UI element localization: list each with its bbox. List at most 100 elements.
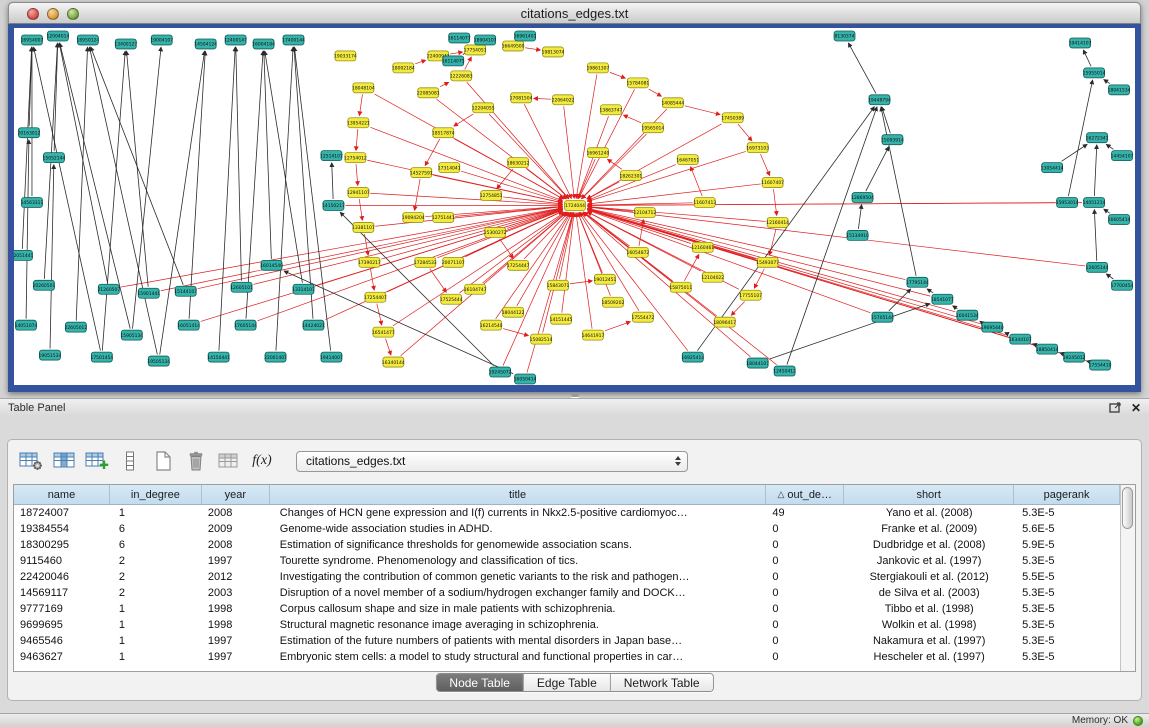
graph-node[interactable]: 14424021	[302, 320, 325, 330]
graph-node[interactable]: 16925414	[681, 352, 704, 362]
graph-node[interactable]: 1724044	[565, 201, 586, 211]
graph-node[interactable]: 19004107	[150, 35, 173, 45]
vertical-scrollbar[interactable]	[1120, 485, 1135, 671]
graph-node[interactable]: 12104022	[701, 272, 724, 282]
graph-node[interactable]: 16541477	[372, 327, 395, 337]
graph-node[interactable]: 17525444	[440, 294, 463, 304]
import-table-icon[interactable]	[216, 448, 242, 474]
table-row[interactable]: 1938455462009Genome-wide association stu…	[14, 521, 1120, 537]
tab-node-table[interactable]: Node Table	[436, 674, 523, 691]
graph-node[interactable]: 17501454	[90, 352, 113, 362]
graph-node[interactable]: 16050414	[514, 374, 537, 384]
window-close-button[interactable]	[27, 8, 39, 20]
graph-node[interactable]: 16272341	[1086, 133, 1109, 143]
graph-node[interactable]: 12754851	[480, 191, 503, 201]
graph-node[interactable]: 13400127	[114, 39, 137, 49]
graph-node[interactable]: 18048104	[352, 83, 375, 93]
graph-node[interactable]: 18041534	[1108, 85, 1131, 95]
graph-node[interactable]: 19414107	[1069, 38, 1092, 48]
graph-node[interactable]: 15093914	[881, 135, 904, 145]
table-options-icon[interactable]	[18, 448, 44, 474]
graph-node[interactable]: 17390217	[358, 257, 381, 267]
graph-node[interactable]: 8130374	[834, 31, 855, 41]
graph-node[interactable]: 14085444	[661, 98, 684, 108]
graph-node[interactable]: 16649500	[502, 41, 525, 51]
graph-node[interactable]: 15052144	[43, 153, 66, 163]
graph-node[interactable]: 12004014	[47, 31, 70, 41]
float-panel-icon[interactable]	[1109, 402, 1121, 413]
graph-node[interactable]: 12051441	[14, 250, 34, 260]
graph-node[interactable]: 18044107	[746, 358, 769, 368]
scrollbar-thumb[interactable]	[1122, 487, 1133, 529]
graph-node[interactable]: 19448794	[868, 95, 891, 105]
graph-node[interactable]: 15784081	[627, 78, 650, 88]
graph-node[interactable]: 16344107	[1009, 334, 1032, 344]
graph-node[interactable]: 18096417	[713, 317, 736, 327]
window-zoom-button[interactable]	[67, 8, 79, 20]
graph-node[interactable]: 15901441	[137, 288, 160, 298]
graph-node[interactable]: 18002184	[392, 63, 415, 73]
graph-node[interactable]: 15300272	[484, 227, 507, 237]
table-row[interactable]: 1872400712008Changes of HCN gene express…	[14, 505, 1120, 521]
graph-node[interactable]: 18509202	[602, 297, 625, 307]
graph-node[interactable]: 15875011	[669, 282, 692, 292]
graph-node[interactable]: 20260501	[33, 280, 56, 290]
table-mode-icon[interactable]	[117, 448, 143, 474]
graph-node[interactable]: 12605144	[1086, 262, 1109, 272]
graph-node[interactable]: 19051534	[39, 350, 62, 360]
graph-node[interactable]: 20071107	[442, 257, 465, 267]
window-titlebar[interactable]: citations_edges.txt	[8, 2, 1141, 24]
graph-node[interactable]: 19505134	[147, 356, 170, 366]
function-builder-icon[interactable]: f(x)	[249, 448, 275, 474]
column-header-pagerank[interactable]: pagerank	[1014, 485, 1120, 504]
column-header-name[interactable]: name	[14, 485, 110, 504]
graph-node[interactable]: 19245072	[489, 367, 512, 377]
graph-node[interactable]: 12226083	[450, 71, 473, 81]
table-row[interactable]: 1830029562008Estimation of significance …	[14, 537, 1120, 553]
graph-node[interactable]: 15955014	[1083, 68, 1106, 78]
graph-node[interactable]: 12869504	[851, 193, 874, 203]
graph-node[interactable]: 18541077	[931, 294, 954, 304]
graph-node[interactable]: 16467051	[676, 155, 699, 165]
graph-node[interactable]: 14150441	[207, 352, 230, 362]
graph-node[interactable]: 17314041	[438, 163, 461, 173]
tab-network-table[interactable]: Network Table	[610, 674, 713, 691]
table-row[interactable]: 977716911998Corpus callosum shape and si…	[14, 601, 1120, 617]
select-columns-icon[interactable]	[51, 448, 77, 474]
graph-node[interactable]: 14563311	[21, 198, 44, 208]
graph-node[interactable]: 22605012	[65, 322, 88, 332]
graph-node[interactable]: 12450412	[773, 366, 796, 376]
column-header-in_degree[interactable]: in_degree	[110, 485, 202, 504]
graph-node[interactable]: 12754012	[344, 153, 367, 163]
graph-node[interactable]: 17254407	[364, 292, 387, 302]
memory-status-indicator[interactable]	[1133, 716, 1143, 726]
graph-node[interactable]: 16961240	[587, 148, 610, 158]
table-row[interactable]: 969969511998Structural magnetic resonanc…	[14, 617, 1120, 633]
graph-node[interactable]: 11607407	[761, 178, 784, 188]
graph-node[interactable]: 14150217	[322, 201, 345, 211]
close-panel-icon[interactable]: ✕	[1131, 402, 1141, 414]
graph-node[interactable]: 19414007	[320, 352, 343, 362]
graph-node[interactable]: 18517874	[432, 128, 455, 138]
graph-node[interactable]: 18044122	[502, 307, 525, 317]
graph-node[interactable]: 22085081	[417, 88, 440, 98]
graph-node[interactable]: 19565014	[641, 123, 664, 133]
table-row[interactable]: 946554611997Estimation of the future num…	[14, 633, 1120, 649]
graph-node[interactable]: 12514107	[320, 151, 343, 161]
graph-node[interactable]: 12160461	[691, 242, 714, 252]
graph-node[interactable]: 15905134	[120, 330, 143, 340]
graph-node[interactable]: 14151445	[550, 314, 573, 324]
column-header-out_de[interactable]: △out_de…	[766, 485, 844, 504]
graph-node[interactable]: 16973103	[746, 143, 769, 153]
table-row[interactable]: 911546021997Tourette syndrome. Phenomeno…	[14, 553, 1120, 569]
graph-node[interactable]: 16051414	[177, 320, 200, 330]
graph-node[interactable]: 14051074	[15, 320, 38, 330]
graph-node[interactable]: 12400147	[224, 35, 247, 45]
graph-node[interactable]: 14504124	[194, 39, 217, 49]
delete-icon[interactable]	[183, 448, 209, 474]
table-row[interactable]: 2242004622012Investigating the contribut…	[14, 569, 1120, 585]
graph-node[interactable]: 17284533	[414, 257, 437, 267]
graph-node[interactable]: 19033174	[334, 51, 357, 61]
graph-node[interactable]: 12751441	[432, 212, 455, 222]
window-minimize-button[interactable]	[47, 8, 59, 20]
